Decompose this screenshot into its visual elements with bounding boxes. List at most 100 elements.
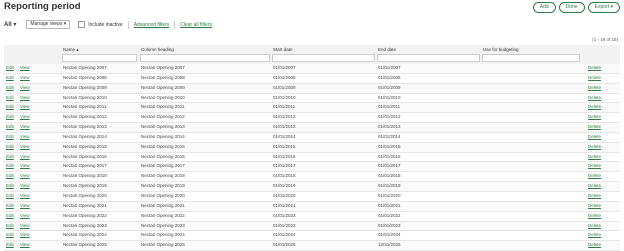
name-filter-input[interactable]	[62, 54, 137, 62]
name-cell: Nectari Opening 2015	[63, 143, 107, 149]
edit-link[interactable]: Edit	[6, 222, 14, 231]
view-link[interactable]: View	[20, 84, 30, 93]
delete-link[interactable]: Delete	[588, 212, 601, 221]
edit-link[interactable]: Edit	[6, 123, 14, 132]
edit-link[interactable]: Edit	[6, 162, 14, 171]
delete-link[interactable]: Delete	[588, 113, 601, 122]
edit-link[interactable]: Edit	[6, 212, 14, 221]
column-heading-cell: Nectari Opening 2015	[141, 143, 185, 149]
start-date-column-header[interactable]: Start date	[273, 47, 293, 52]
delete-link[interactable]: Delete	[588, 94, 601, 103]
end-date-filter-input[interactable]	[377, 54, 480, 62]
view-link[interactable]: View	[20, 162, 30, 171]
edit-link[interactable]: Edit	[6, 113, 14, 122]
table-row: Edit View Nectari Opening 2021 Nectari Open…	[4, 201, 620, 212]
end-date-cell: 01/01/2023	[378, 222, 401, 228]
edit-link[interactable]: Edit	[6, 74, 14, 83]
done-button[interactable]: Done	[558, 2, 585, 13]
delete-link[interactable]: Delete	[588, 192, 601, 201]
start-date-filter-input[interactable]	[272, 54, 375, 62]
table-row: Edit View Nectari Opening 2020 Nectari Open…	[4, 192, 620, 202]
delete-link[interactable]: Delete	[588, 231, 601, 240]
delete-link[interactable]: Delete	[588, 143, 601, 152]
delete-link[interactable]: Delete	[588, 84, 601, 93]
column-heading-cell: Nectari Opening 2019	[141, 183, 185, 189]
view-link[interactable]: View	[20, 143, 30, 152]
start-date-cell: 01/01/2019	[273, 183, 296, 189]
view-link[interactable]: View	[20, 212, 30, 221]
edit-link[interactable]: Edit	[6, 84, 14, 93]
clear-all-filters-link[interactable]: Clear all filters	[180, 22, 212, 28]
delete-link[interactable]: Delete	[588, 162, 601, 171]
start-date-cell: 01/01/2011	[273, 104, 296, 110]
column-heading-cell: Nectari Opening 2020	[141, 192, 185, 198]
view-link[interactable]: View	[20, 133, 30, 142]
include-inactive-checkbox[interactable]	[78, 21, 86, 28]
column-heading-cell: Nectari Opening 2007	[141, 65, 185, 70]
table-row: Edit View Nectari Opening 2018 Nectari Open…	[4, 172, 620, 183]
edit-link[interactable]: Edit	[6, 64, 14, 73]
end-date-column-header[interactable]: End date	[378, 47, 396, 52]
delete-link[interactable]: Delete	[588, 202, 601, 211]
add-button[interactable]: Add	[532, 2, 556, 13]
start-date-cell: 01/01/2016	[273, 153, 296, 159]
table-row: Edit View Nectari Opening 2014 Nectari Open…	[4, 133, 620, 143]
delete-link[interactable]: Delete	[588, 222, 601, 231]
edit-link[interactable]: Edit	[6, 231, 14, 240]
delete-link[interactable]: Delete	[588, 103, 601, 112]
end-date-cell: 01/01/2011	[378, 104, 401, 110]
view-link[interactable]: View	[20, 113, 30, 122]
manage-views-select[interactable]: Manage views ▾	[26, 20, 71, 29]
delete-link[interactable]: Delete	[588, 182, 601, 191]
edit-link[interactable]: Edit	[6, 143, 14, 152]
name-cell: Nectari Opening 2008	[63, 74, 107, 80]
view-link[interactable]: View	[20, 222, 30, 231]
column-heading-filter-input[interactable]	[140, 54, 270, 62]
start-date-cell: 01/01/2015	[273, 143, 296, 149]
delete-link[interactable]: Delete	[588, 153, 601, 162]
delete-link[interactable]: Delete	[588, 172, 601, 181]
column-heading-column-header[interactable]: Column heading	[141, 47, 174, 52]
delete-link[interactable]: Delete	[588, 133, 601, 142]
advanced-filters-link[interactable]: Advanced filters	[134, 22, 170, 28]
edit-link[interactable]: Edit	[6, 202, 14, 211]
view-link[interactable]: View	[20, 103, 30, 112]
view-link[interactable]: View	[20, 182, 30, 191]
view-link[interactable]: View	[20, 192, 30, 201]
edit-link[interactable]: Edit	[6, 153, 14, 162]
view-link[interactable]: View	[20, 231, 30, 240]
column-heading-cell: Nectari Opening 2017	[141, 163, 185, 169]
top-actions: Add Done Export ▾	[532, 2, 620, 13]
edit-link[interactable]: Edit	[6, 133, 14, 142]
use-for-budgeting-column-header[interactable]: Use for budgeting	[483, 47, 519, 52]
view-link[interactable]: View	[20, 153, 30, 162]
start-date-cell: 01/01/2020	[273, 192, 296, 198]
edit-link[interactable]: Edit	[6, 172, 14, 181]
name-column-header[interactable]: Name ▴	[63, 47, 79, 53]
table-row: Edit View Nectari Opening 2008 Nectari Open…	[4, 74, 620, 84]
view-link[interactable]: View	[20, 202, 30, 211]
table-row: Edit View Nectari Opening 2013 Nectari Open…	[4, 123, 620, 133]
use-for-budgeting-filter-input[interactable]	[482, 54, 580, 62]
end-date-cell: 01/01/2013	[378, 124, 401, 130]
export-button[interactable]: Export ▾	[587, 2, 620, 13]
end-date-cell: 01/01/2019	[378, 183, 401, 189]
edit-link[interactable]: Edit	[6, 103, 14, 112]
column-heading-cell: Nectari Opening 2023	[141, 222, 185, 228]
delete-link[interactable]: Delete	[588, 123, 601, 132]
start-date-cell: 01/01/2013	[273, 124, 296, 130]
view-link[interactable]: View	[20, 94, 30, 103]
edit-link[interactable]: Edit	[6, 94, 14, 103]
table-row: Edit View Nectari Opening 2015 Nectari Open…	[4, 142, 620, 153]
view-link[interactable]: View	[20, 172, 30, 181]
table-row: Edit View Nectari Opening 2019 Nectari Open…	[4, 182, 620, 192]
view-select[interactable]: All ▾	[4, 21, 16, 28]
delete-link[interactable]: Delete	[588, 64, 601, 73]
edit-link[interactable]: Edit	[6, 192, 14, 201]
view-link[interactable]: View	[20, 64, 30, 73]
edit-link[interactable]: Edit	[6, 182, 14, 191]
view-link[interactable]: View	[20, 74, 30, 83]
delete-link[interactable]: Delete	[588, 74, 601, 83]
view-link[interactable]: View	[20, 123, 30, 132]
start-date-cell: 01/01/2018	[273, 173, 296, 179]
